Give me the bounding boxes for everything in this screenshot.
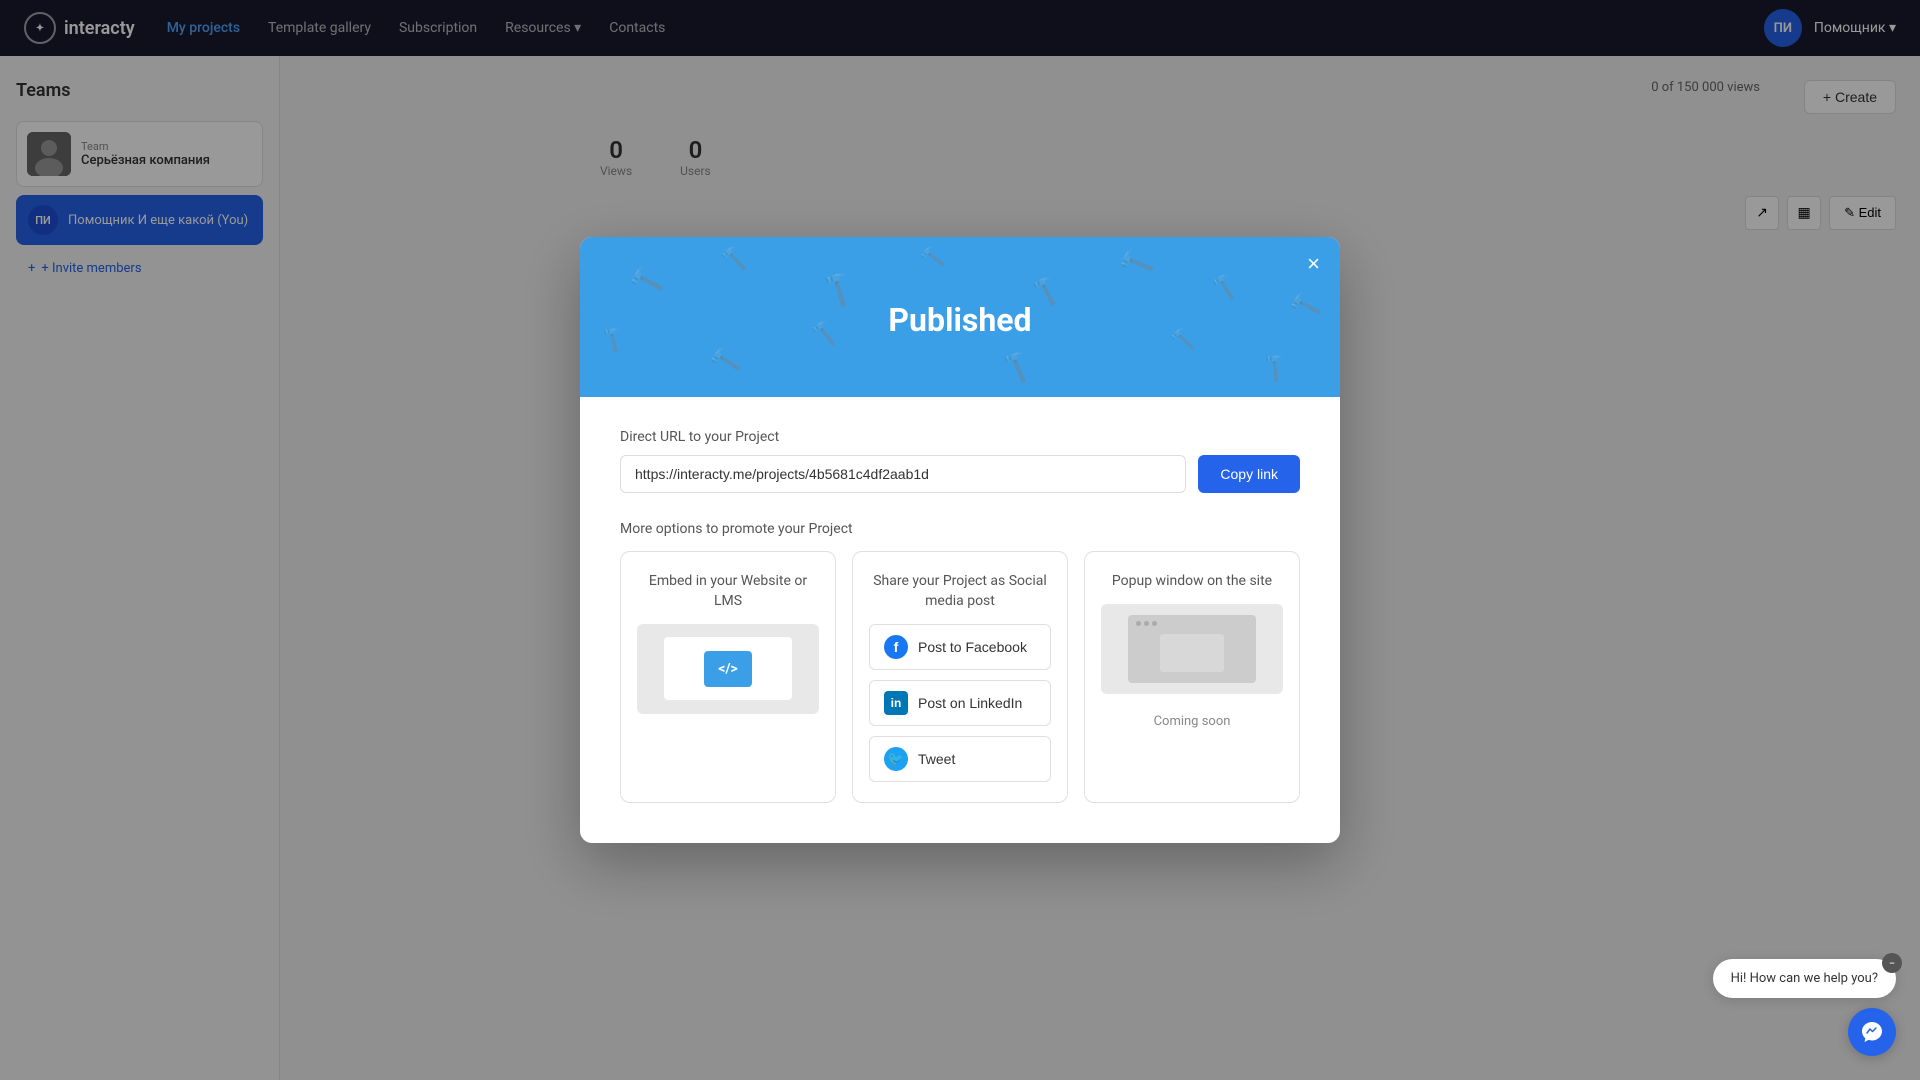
- facebook-label: Post to Facebook: [918, 639, 1027, 655]
- modal-close-button[interactable]: ×: [1307, 253, 1320, 275]
- chat-bubble: Hi! How can we help you? −: [1713, 959, 1896, 998]
- promote-label: More options to promote your Project: [620, 521, 1300, 537]
- hammer-deco-13: 🔨: [1255, 350, 1292, 386]
- dot-3: [1152, 621, 1157, 626]
- facebook-button[interactable]: f Post to Facebook: [869, 624, 1051, 670]
- messenger-icon: [1860, 1020, 1884, 1044]
- popup-dots: [1136, 621, 1157, 626]
- modal-body: Direct URL to your Project Copy link Mor…: [580, 397, 1340, 842]
- linkedin-label: Post on LinkedIn: [918, 695, 1022, 711]
- social-card-title: Share your Project as Social media post: [869, 572, 1051, 611]
- social-card: Share your Project as Social media post …: [852, 551, 1068, 802]
- url-label: Direct URL to your Project: [620, 429, 1300, 445]
- copy-link-button[interactable]: Copy link: [1198, 455, 1300, 493]
- popup-window: [1128, 615, 1255, 683]
- twitter-button[interactable]: 🐦 Tweet: [869, 736, 1051, 782]
- embed-card-title: Embed in your Website or LMS: [637, 572, 819, 611]
- chat-close-button[interactable]: −: [1882, 953, 1902, 973]
- chat-open-button[interactable]: [1848, 1008, 1896, 1056]
- hammer-deco-4: 🔨: [918, 243, 947, 271]
- modal-title: Published: [620, 301, 1300, 339]
- modal-header: 🔨 🔨 🔨 🔨 🔨 🔨 🔨 🔨 🔨 🔨 🔨 🔨 🔨 🔨 × Published: [580, 237, 1340, 397]
- dot-1: [1136, 621, 1141, 626]
- code-icon: </>: [704, 651, 752, 687]
- hammer-deco-6: 🔨: [1115, 244, 1157, 285]
- hammer-deco-1: 🔨: [626, 263, 667, 302]
- hammer-deco-11: 🔨: [996, 348, 1037, 387]
- chat-widget: Hi! How can we help you? −: [1713, 959, 1896, 1056]
- embed-inner: </>: [664, 637, 791, 700]
- popup-inner-window: [1160, 634, 1224, 671]
- url-row: Copy link: [620, 455, 1300, 493]
- modal-overlay: 🔨 🔨 🔨 🔨 🔨 🔨 🔨 🔨 🔨 🔨 🔨 🔨 🔨 🔨 × Published: [0, 0, 1920, 1080]
- linkedin-button[interactable]: in Post on LinkedIn: [869, 680, 1051, 726]
- chat-bubble-text: Hi! How can we help you?: [1731, 971, 1878, 986]
- hammer-deco-2: 🔨: [720, 247, 747, 272]
- twitter-label: Tweet: [918, 751, 955, 767]
- twitter-icon: 🐦: [884, 747, 908, 771]
- modal: 🔨 🔨 🔨 🔨 🔨 🔨 🔨 🔨 🔨 🔨 🔨 🔨 🔨 🔨 × Published: [580, 237, 1340, 842]
- popup-preview: [1101, 604, 1283, 694]
- popup-card-title: Popup window on the site: [1112, 572, 1272, 592]
- promote-grid: Embed in your Website or LMS </> Share y…: [620, 551, 1300, 802]
- linkedin-icon: in: [884, 691, 908, 715]
- embed-card: Embed in your Website or LMS </>: [620, 551, 836, 802]
- hammer-deco-7: 🔨: [1208, 273, 1239, 302]
- coming-soon-label: Coming soon: [1154, 714, 1231, 729]
- popup-card: Popup window on the site Coming soon: [1084, 551, 1300, 802]
- facebook-icon: f: [884, 635, 908, 659]
- url-input[interactable]: [620, 455, 1186, 493]
- embed-preview: </>: [637, 624, 819, 714]
- dot-2: [1144, 621, 1149, 626]
- social-buttons: f Post to Facebook in Post on LinkedIn 🐦…: [869, 624, 1051, 782]
- hammer-deco-9: 🔨: [707, 344, 743, 379]
